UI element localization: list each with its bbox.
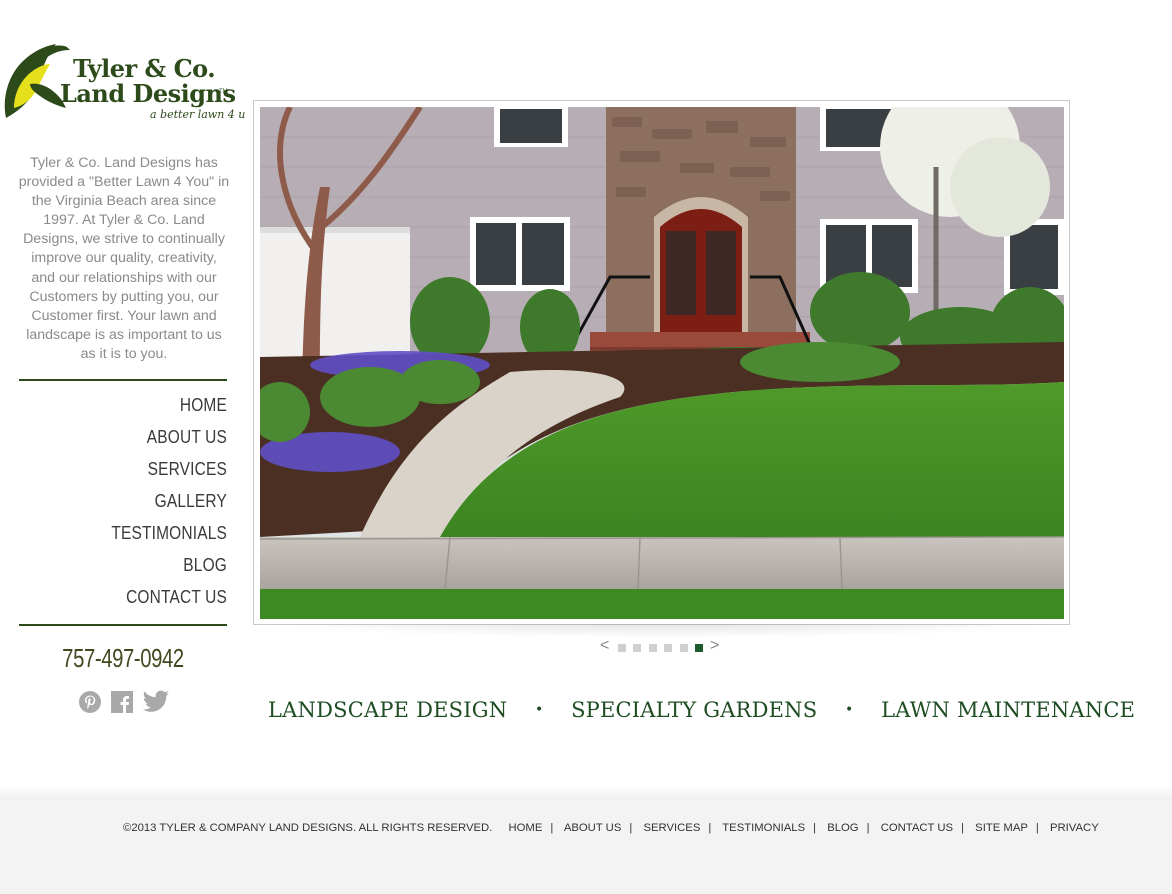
footer-link-testimonials[interactable]: TESTIMONIALS <box>722 822 805 834</box>
logo-text-line2: Land Designs <box>60 79 236 108</box>
nav-item-blog[interactable]: BLOG <box>48 549 227 581</box>
main-nav: HOME ABOUT US SERVICES GALLERY TESTIMONI… <box>19 389 227 613</box>
pinterest-icon[interactable] <box>78 690 102 714</box>
footer-separator: | <box>813 822 817 834</box>
slider-next-arrow[interactable]: > <box>710 637 719 655</box>
logo-tagline: a better lawn 4 u <box>150 108 246 121</box>
footer-links: ©2013 TYLER & COMPANY LAND DESIGNS. ALL … <box>123 822 1099 834</box>
slider-dot-3[interactable] <box>649 644 657 652</box>
service-landscape-design: LANDSCAPE DESIGN <box>268 698 508 722</box>
site-logo[interactable]: Tyler & Co. Land Designs TM a better law… <box>0 38 245 128</box>
nav-item-home[interactable]: HOME <box>48 389 227 421</box>
nav-item-about-us[interactable]: ABOUT US <box>48 421 227 453</box>
hero-image[interactable] <box>260 107 1064 619</box>
service-specialty-gardens: SPECIALTY GARDENS <box>571 698 818 722</box>
slider-prev-arrow[interactable]: < <box>600 637 609 655</box>
phone-number[interactable]: 757-497-0942 <box>42 643 204 674</box>
nav-item-gallery[interactable]: GALLERY <box>48 485 227 517</box>
service-lawn-maintenance: LAWN MAINTENANCE <box>881 698 1136 722</box>
footer-link-home[interactable]: HOME <box>508 822 542 834</box>
slider-dot-4[interactable] <box>664 644 672 652</box>
footer-separator: | <box>961 822 965 834</box>
facebook-icon[interactable] <box>111 690 135 714</box>
footer-link-site-map[interactable]: SITE MAP <box>975 822 1028 834</box>
copyright-text: ©2013 TYLER & COMPANY LAND DESIGNS. ALL … <box>123 822 493 834</box>
footer-link-blog[interactable]: BLOG <box>827 822 858 834</box>
footer-separator: | <box>866 822 870 834</box>
footer-separator: | <box>708 822 712 834</box>
slider-dot-5[interactable] <box>680 644 688 652</box>
footer-link-about-us[interactable]: ABOUT US <box>564 822 622 834</box>
nav-item-testimonials[interactable]: TESTIMONIALS <box>48 517 227 549</box>
slider-dot-1[interactable] <box>618 644 626 652</box>
nav-item-contact-us[interactable]: CONTACT US <box>48 581 227 613</box>
trademark-mark: TM <box>219 89 228 95</box>
service-separator: • <box>534 702 544 718</box>
footer-link-services[interactable]: SERVICES <box>643 822 700 834</box>
footer-separator: | <box>1035 822 1039 834</box>
footer-shadow <box>0 784 1172 800</box>
footer <box>0 800 1172 894</box>
footer-link-privacy[interactable]: PRIVACY <box>1050 822 1099 834</box>
nav-top-divider <box>19 379 227 381</box>
footer-separator: | <box>550 822 554 834</box>
slider-dot-6-active[interactable] <box>695 644 703 652</box>
footer-separator: | <box>629 822 633 834</box>
hero-shadow <box>262 624 1062 638</box>
services-tagline: LANDSCAPE DESIGN • SPECIALTY GARDENS • L… <box>268 698 1135 722</box>
service-separator: • <box>844 702 854 718</box>
social-links <box>78 690 174 716</box>
twitter-icon[interactable] <box>142 690 170 714</box>
footer-link-contact-us[interactable]: CONTACT US <box>881 822 953 834</box>
slider-pagination: < > <box>600 637 724 656</box>
intro-paragraph: Tyler & Co. Land Designs has provided a … <box>18 155 230 362</box>
slider-dot-2[interactable] <box>633 644 641 652</box>
nav-bottom-divider <box>19 624 227 626</box>
nav-item-services[interactable]: SERVICES <box>48 453 227 485</box>
